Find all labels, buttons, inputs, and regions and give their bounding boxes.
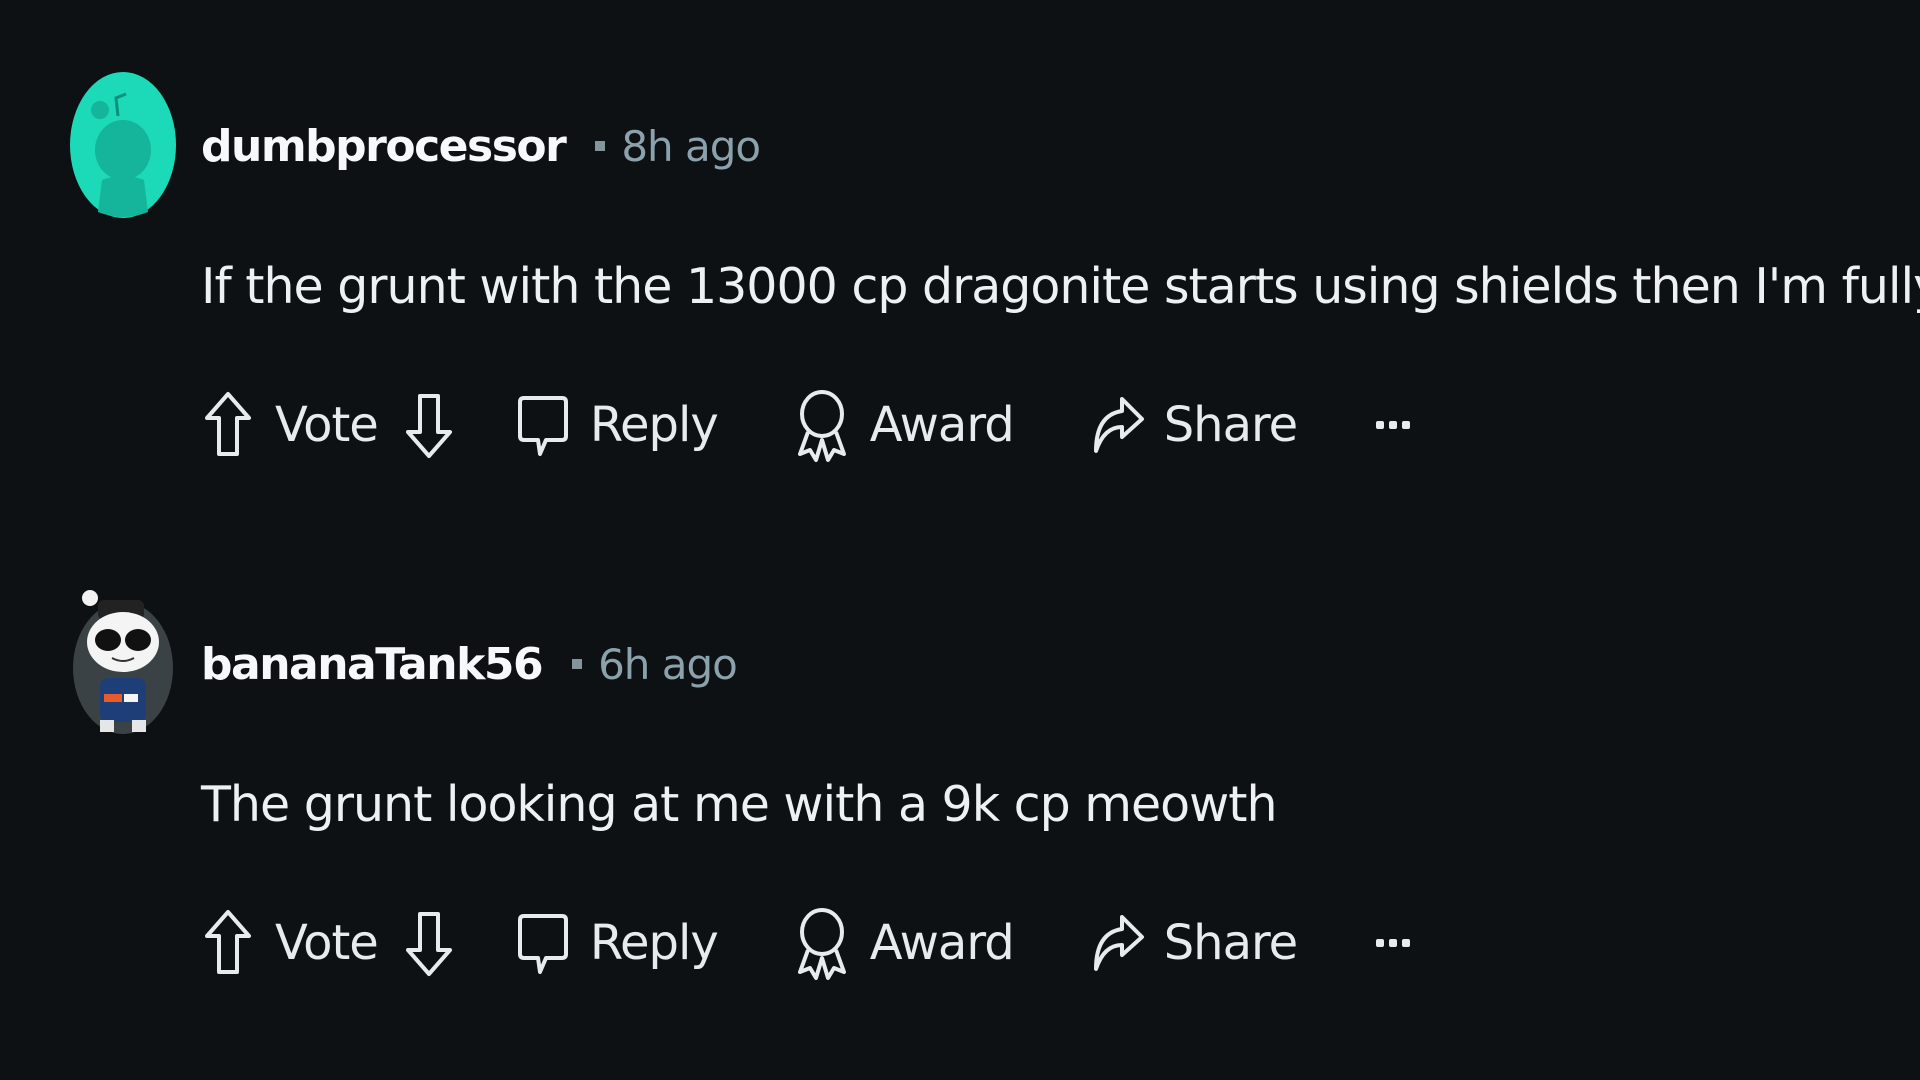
comment-meta: bananaTank56 6h ago: [201, 634, 738, 694]
arrow-up-icon: [205, 392, 251, 456]
award-button[interactable]: Award: [794, 385, 1015, 465]
reply-label: Reply: [589, 915, 719, 971]
comment-body: If the grunt with the 13000 cp dragonite…: [201, 258, 1920, 315]
comment-bubble-icon: [517, 914, 568, 974]
share-label: Share: [1163, 915, 1299, 971]
timestamp[interactable]: 6h ago: [598, 640, 738, 689]
more-options-button[interactable]: [1373, 903, 1413, 983]
snoo-teal-avatar-icon: [70, 72, 176, 218]
arrow-down-icon: [405, 912, 452, 976]
award-ribbon-icon: [797, 390, 846, 462]
comment-actions: Vote Reply Award Share: [201, 385, 1413, 465]
share-button[interactable]: Share: [1090, 385, 1298, 465]
comment-bubble-icon: [517, 396, 568, 456]
share-label: Share: [1163, 397, 1299, 453]
comment-actions: Vote Reply Award Share: [201, 903, 1413, 983]
share-arrow-icon: [1093, 397, 1144, 453]
ellipsis-icon: [1376, 939, 1411, 947]
share-arrow-icon: [1093, 915, 1144, 971]
upvote-button[interactable]: [201, 385, 255, 465]
upvote-button[interactable]: [201, 903, 255, 983]
username-link[interactable]: dumbprocessor: [201, 121, 567, 172]
share-button[interactable]: Share: [1090, 903, 1298, 983]
avatar[interactable]: [70, 590, 176, 736]
award-button[interactable]: Award: [794, 903, 1015, 983]
award-label: Award: [869, 915, 1015, 971]
reply-button[interactable]: Reply: [516, 903, 719, 983]
more-options-button[interactable]: [1373, 385, 1413, 465]
vote-count: Vote: [275, 397, 379, 453]
arrow-up-icon: [205, 910, 251, 974]
award-label: Award: [869, 397, 1015, 453]
username-link[interactable]: bananaTank56: [201, 639, 544, 690]
snoo-sunglasses-avatar-icon: [73, 590, 173, 734]
separator-dot: [595, 141, 606, 151]
downvote-button[interactable]: [402, 385, 456, 465]
timestamp[interactable]: 8h ago: [621, 122, 761, 171]
comment-body: The grunt looking at me with a 9k cp meo…: [201, 776, 1278, 833]
arrow-down-icon: [405, 394, 452, 458]
avatar[interactable]: [70, 72, 176, 218]
vote-count: Vote: [275, 915, 379, 971]
downvote-button[interactable]: [402, 903, 456, 983]
ellipsis-icon: [1376, 421, 1411, 429]
reply-button[interactable]: Reply: [516, 385, 719, 465]
comment-meta: dumbprocessor 8h ago: [201, 116, 761, 176]
award-ribbon-icon: [797, 908, 846, 980]
reply-label: Reply: [589, 397, 719, 453]
separator-dot: [572, 659, 583, 669]
